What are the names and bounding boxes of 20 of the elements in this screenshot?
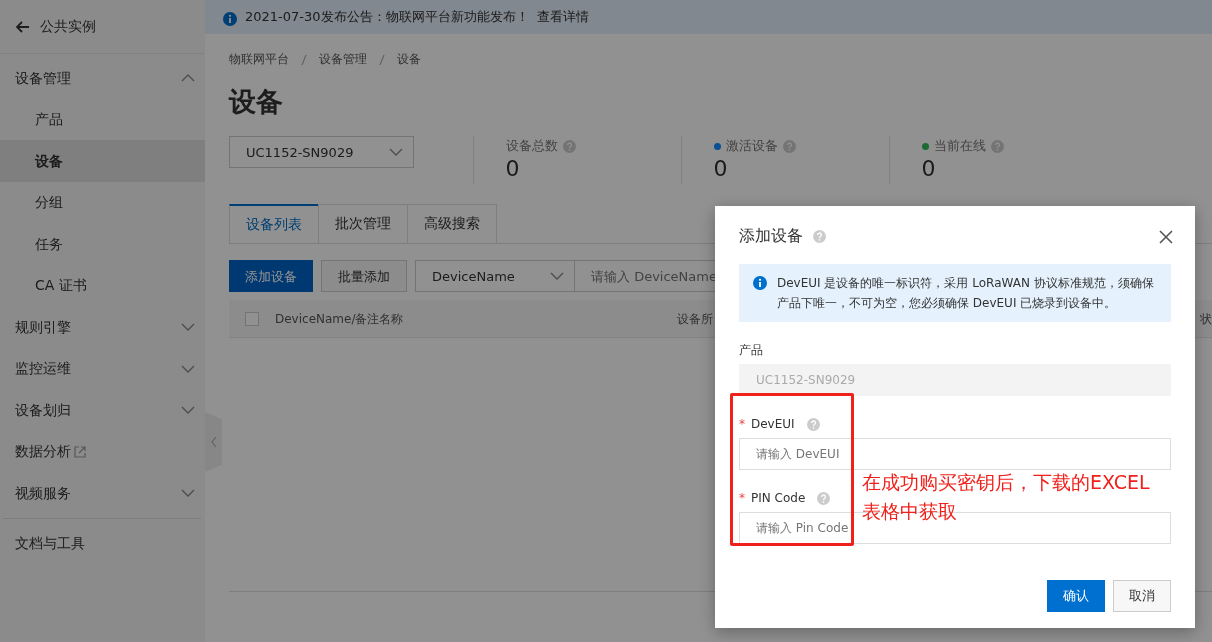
required-mark: * <box>739 416 745 433</box>
dialog-title: 添加设备 <box>739 225 803 247</box>
breadcrumb-current: 设备 <box>397 51 421 68</box>
field-label: DevEUI <box>751 416 795 433</box>
page-title: 设备 <box>229 86 284 119</box>
required-mark: * <box>739 490 745 507</box>
stat-value: 0 <box>505 155 521 183</box>
column-header: 设备所 <box>677 310 714 328</box>
column-header: DeviceName/备注名称 <box>275 310 404 328</box>
stat-value: 0 <box>921 155 937 183</box>
stat-value: 0 <box>713 155 729 183</box>
column-header: 状 <box>1200 310 1212 328</box>
notice-text: 2021-07-30发布公告：物联网平台新功能发布！ <box>245 8 529 27</box>
stat-label: 激活设备 <box>725 137 778 156</box>
field-label: 产品 <box>739 342 763 359</box>
alert-text: DevEUI 是设备的唯一标识符，采用 LoRaWAN 协议标准规范，须确保产品下唯一，不可为空，您必须确保 DevEUI 已烧录到设备中。 <box>777 275 1155 312</box>
stat-label: 设备总数 <box>505 137 558 156</box>
field-label: PIN Code <box>751 490 806 507</box>
input-field: UC1152-SN9029 <box>739 364 1171 396</box>
stat-label: 当前在线 <box>933 137 986 156</box>
